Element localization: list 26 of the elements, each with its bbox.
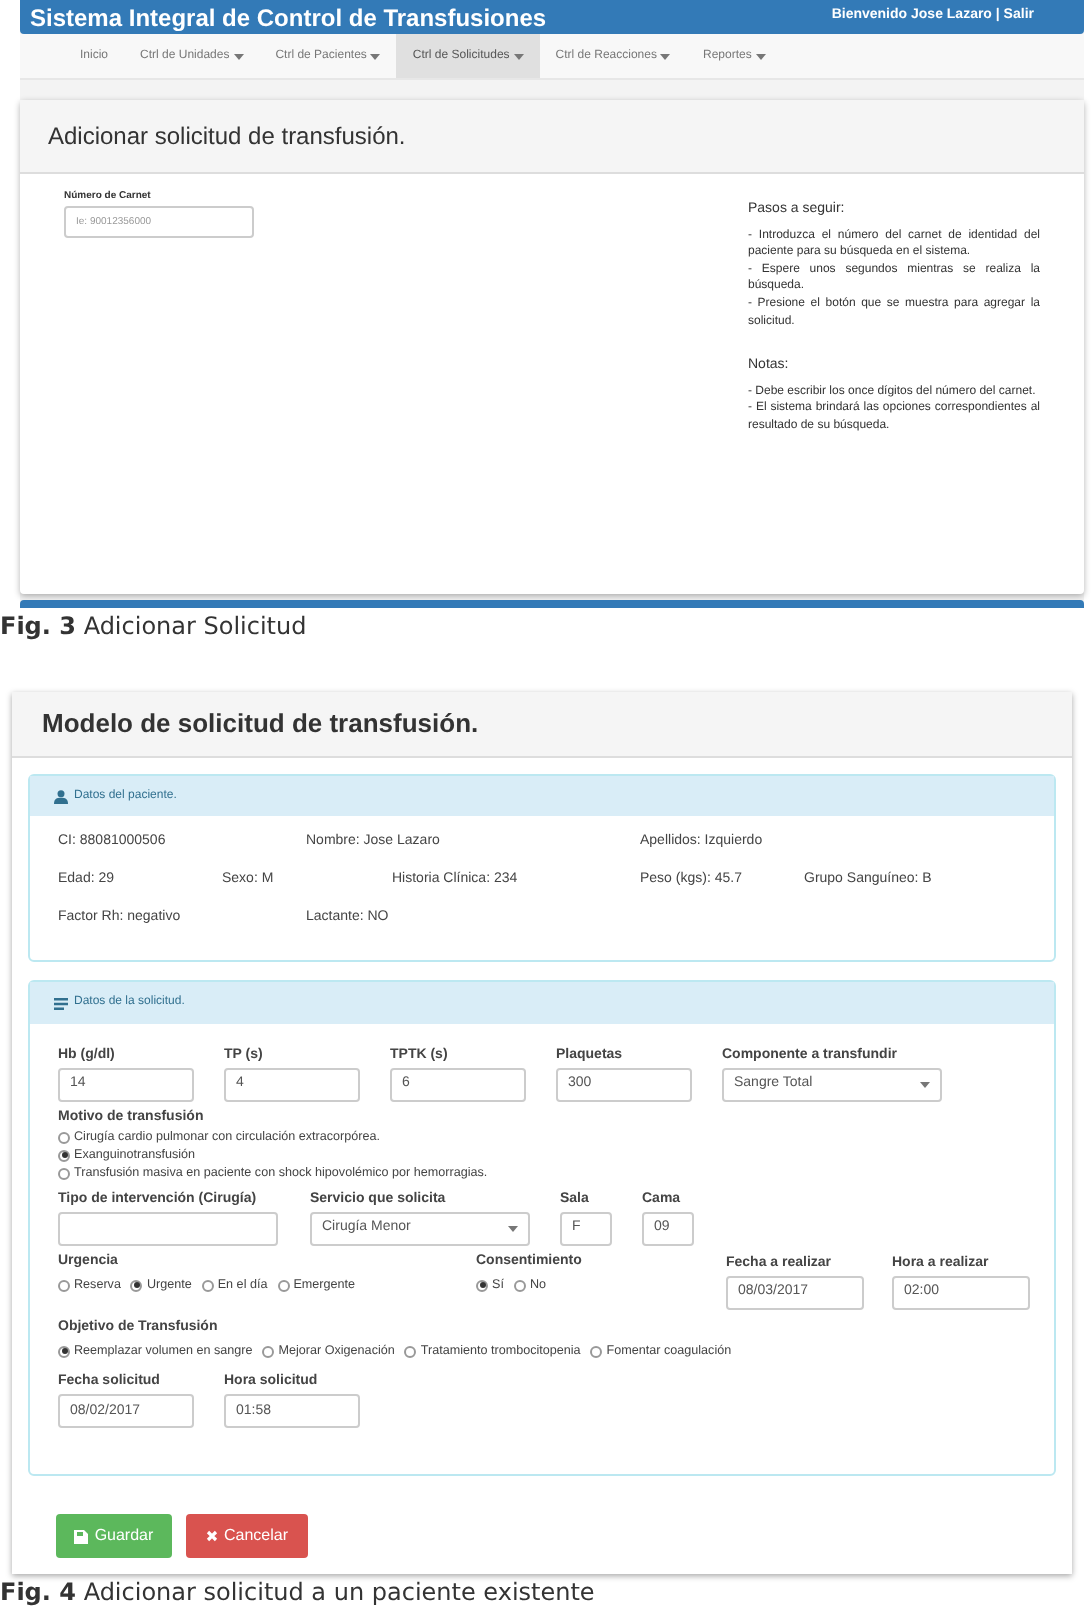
radio-button[interactable] [590,1345,603,1358]
save-icon [74,1529,89,1543]
radio-button[interactable] [513,1279,526,1292]
radio-button[interactable] [201,1279,214,1292]
panel-title: Adicionar solicitud de transfusión. [48,120,406,154]
radio-button[interactable] [262,1345,275,1358]
close-icon [205,1530,218,1542]
radio-button[interactable] [277,1279,290,1292]
radio-button[interactable] [476,1279,488,1292]
caret-icon [508,1226,518,1232]
cancel-button[interactable]: Cancelar [186,1514,308,1558]
radio-button[interactable] [130,1279,143,1292]
radio-button[interactable] [404,1345,417,1358]
radio-button[interactable] [58,1167,70,1179]
radio-button[interactable] [58,1149,70,1161]
user-icon [54,789,68,803]
radio-button[interactable] [58,1345,70,1358]
caret-icon [920,1082,930,1088]
figure-caption: Fig. 3 Adicionar Solicitud [0,610,309,644]
radio-button[interactable] [58,1131,70,1143]
panel-title: Modelo de solicitud de transfusión. [42,706,479,743]
figure-caption: Fig. 4 Adicionar solicitud a un paciente existente [0,1578,597,1606]
input-field[interactable] [58,1212,278,1246]
radio-button[interactable] [58,1279,70,1292]
app-title: Sistema Integral de Control de Transfusiones [30,3,547,31]
list-icon [54,997,68,1009]
